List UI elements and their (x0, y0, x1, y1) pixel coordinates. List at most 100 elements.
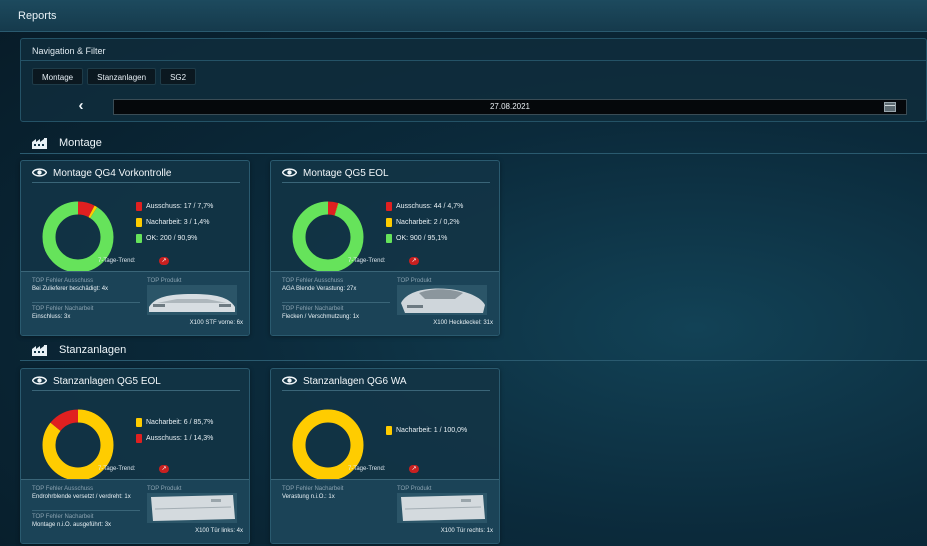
divider (32, 510, 140, 511)
eye-icon (32, 376, 47, 385)
legend-label: Nacharbeit: 2 / 0,2% (396, 219, 460, 226)
top-produkt: TOP Produkt (397, 277, 487, 285)
legend-swatch (136, 434, 142, 443)
card-title: Stanzanlagen QG5 EOL (53, 376, 161, 387)
chip-sg2[interactable]: SG2 (160, 68, 197, 85)
report-card[interactable]: Stanzanlagen QG6 WA Nacharbeit: 1 / 100,0… (270, 368, 500, 544)
report-card[interactable]: Montage QG5 EOL Ausschuss: 44 / 4,7% Nacha… (270, 160, 500, 336)
card-header: Montage QG4 Vorkontrolle (32, 166, 240, 183)
card-details: TOP Fehler Ausschuss Endrohrblende verset… (21, 479, 249, 543)
product-caption: X100 Tür links: 4x (195, 528, 243, 534)
legend-label: OK: 900 / 95,1% (396, 235, 448, 242)
legend-label: Nacharbeit: 6 / 85,7% (146, 419, 214, 426)
eye-icon (282, 168, 297, 177)
top-ausschuss-label: TOP Fehler Ausschuss (32, 486, 94, 492)
top-produkt-label: TOP Produkt (147, 278, 182, 284)
top-produkt-label: TOP Produkt (397, 278, 432, 284)
top-nacharbeit: TOP Fehler Nacharbeit Montage n.i.O. ausg… (32, 513, 140, 529)
top-nacharbeit-value: Flecken / Verschmutzung: 1x (282, 314, 360, 320)
trend-up-icon[interactable]: ↗ (409, 257, 419, 265)
legend-label: OK: 200 / 90,9% (146, 235, 198, 242)
filter-panel-title: Navigation & Filter (21, 39, 926, 61)
trend-up-icon[interactable]: ↗ (159, 465, 169, 473)
car-front-image (147, 285, 237, 315)
filter-panel: Navigation & Filter Montage Stanzanlagen… (20, 38, 927, 122)
factory-icon (32, 138, 47, 149)
app-header: Reports (0, 0, 927, 32)
legend-swatch (136, 234, 142, 243)
top-nacharbeit-value: Verastung n.i.O.: 1x (282, 494, 335, 500)
factory-icon (32, 345, 47, 356)
card-header: Stanzanlagen QG6 WA (282, 374, 490, 391)
filter-chips: Montage Stanzanlagen SG2 (32, 68, 197, 85)
divider (32, 302, 140, 303)
legend-swatch (136, 202, 142, 211)
report-card[interactable]: Montage QG4 Vorkontrolle Ausschuss: 17 / … (20, 160, 250, 336)
date-value: 27.08.2021 (489, 102, 531, 111)
card-details: TOP Fehler Ausschuss Bei Zulieferer besch… (21, 271, 249, 335)
calendar-icon[interactable] (884, 102, 896, 112)
trend-label: 7-Tage-Trend: (348, 466, 386, 472)
legend-swatch (386, 218, 392, 227)
top-nacharbeit: TOP Fehler Nacharbeit Flecken / Verschmut… (282, 305, 390, 321)
legend-label: Ausschuss: 44 / 4,7% (396, 203, 464, 210)
top-ausschuss-label: TOP Fehler Ausschuss (32, 278, 94, 284)
page-title: Reports (18, 10, 57, 22)
top-nacharbeit-label: TOP Fehler Nacharbeit (282, 486, 344, 492)
legend-swatch (136, 418, 142, 427)
top-nacharbeit-label: TOP Fehler Nacharbeit (282, 306, 344, 312)
trend-label: 7-Tage-Trend: (348, 258, 386, 264)
top-nacharbeit: TOP Fehler Nacharbeit Einschluss: 3x (32, 305, 140, 321)
trend-label: 7-Tage-Trend: (98, 466, 136, 472)
top-produkt: TOP Produkt (397, 485, 487, 493)
trend-up-icon[interactable]: ↗ (409, 465, 419, 473)
legend-label: Ausschuss: 17 / 7,7% (146, 203, 214, 210)
card-title: Stanzanlagen QG6 WA (303, 376, 407, 387)
eye-icon (282, 376, 297, 385)
card-title: Montage QG5 EOL (303, 168, 389, 179)
chip-montage[interactable]: Montage (32, 68, 84, 85)
divider (282, 302, 390, 303)
trend-label: 7-Tage-Trend: (98, 258, 136, 264)
legend-swatch (386, 426, 392, 435)
card-header: Montage QG5 EOL (282, 166, 490, 183)
top-ausschuss-value: Bei Zulieferer beschädigt: 4x (32, 286, 109, 292)
top-ausschuss: TOP Fehler Ausschuss AGA Blende Verastung… (282, 277, 390, 293)
card-details: TOP Fehler Nacharbeit Verastung n.i.O.: 1… (271, 479, 499, 543)
car-rear-image (397, 285, 487, 315)
legend-label: Ausschuss: 1 / 14,3% (146, 435, 214, 442)
top-ausschuss-value: AGA Blende Verastung: 27x (282, 286, 357, 292)
top-nacharbeit-label: TOP Fehler Nacharbeit (32, 306, 94, 312)
top-nacharbeit-value: Einschluss: 3x (32, 314, 71, 320)
top-nacharbeit-label: TOP Fehler Nacharbeit (32, 514, 94, 520)
car-door-image (147, 493, 237, 523)
product-caption: X100 STF vorne: 6x (189, 320, 243, 326)
top-produkt: TOP Produkt (147, 485, 237, 493)
section-title: Stanzanlagen (59, 344, 127, 356)
trend-up-icon[interactable]: ↗ (159, 257, 169, 265)
chevron-left-icon[interactable]: ‹ (73, 98, 89, 115)
report-card[interactable]: Stanzanlagen QG5 EOL Nacharbeit: 6 / 85,7… (20, 368, 250, 544)
top-ausschuss-value: Endrohrblende versetzt / verdreht: 1x (32, 494, 131, 500)
top-ausschuss: TOP Fehler Ausschuss Bei Zulieferer besch… (32, 277, 140, 293)
legend-label: Nacharbeit: 3 / 1,4% (146, 219, 210, 226)
eye-icon (32, 168, 47, 177)
product-caption: X100 Tür rechts: 1x (440, 528, 493, 534)
top-produkt-label: TOP Produkt (397, 486, 432, 492)
top-nacharbeit: TOP Fehler Nacharbeit Verastung n.i.O.: 1… (282, 485, 390, 501)
top-ausschuss: TOP Fehler Ausschuss Endrohrblende verset… (32, 485, 140, 501)
section-header-montage: Montage (20, 134, 927, 154)
divider (20, 360, 927, 361)
date-field[interactable]: 27.08.2021 (113, 99, 907, 115)
section-header-stanzanlagen: Stanzanlagen (20, 341, 927, 361)
top-produkt-label: TOP Produkt (147, 486, 182, 492)
card-details: TOP Fehler Ausschuss AGA Blende Verastung… (271, 271, 499, 335)
legend-swatch (386, 234, 392, 243)
car-door-image (397, 493, 487, 523)
chip-stanzanlagen[interactable]: Stanzanlagen (87, 68, 157, 85)
product-caption: X100 Heckdeckel: 31x (433, 320, 493, 326)
legend-label: Nacharbeit: 1 / 100,0% (396, 427, 468, 434)
top-ausschuss-label: TOP Fehler Ausschuss (282, 278, 344, 284)
section-title: Montage (59, 137, 102, 149)
top-produkt: TOP Produkt (147, 277, 237, 285)
